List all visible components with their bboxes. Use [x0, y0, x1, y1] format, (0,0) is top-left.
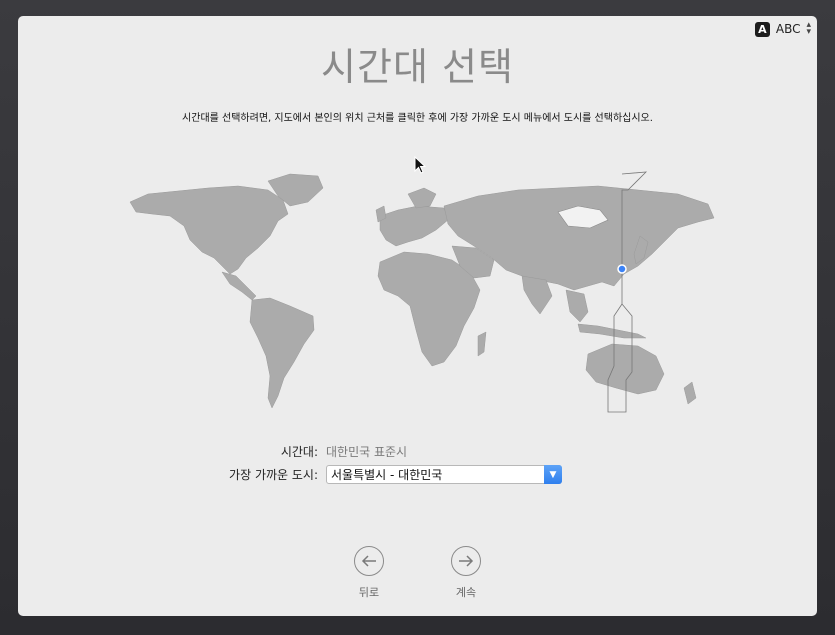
madagascar-shape: [477, 331, 487, 357]
closest-city-label: 가장 가까운 도시:: [229, 468, 318, 482]
continue-label: 계속: [455, 586, 477, 599]
mouse-cursor-icon: [414, 156, 426, 174]
chevron-down-icon[interactable]: ▼: [544, 465, 562, 484]
continue-button[interactable]: 계속: [446, 546, 486, 600]
input-source-label: ABC: [775, 22, 801, 36]
timezone-label: 시간대:: [280, 445, 318, 459]
arrow-left-icon[interactable]: [354, 546, 384, 576]
southeast-asia-shape: [565, 289, 589, 323]
europe-shape: [379, 205, 449, 247]
back-button[interactable]: 뒤로: [349, 546, 389, 600]
timezone-row: 시간대: 대한민국 표준시: [118, 443, 407, 460]
location-pin-icon: [617, 264, 627, 274]
page-title: 시간대 선택: [321, 45, 514, 89]
timezone-value: 대한민국 표준시: [326, 445, 408, 459]
updown-chevron-icon: ▴ ▾: [806, 20, 811, 37]
input-source-icon: A: [754, 21, 770, 37]
setup-window: A ABC ▴ ▾ 시간대 선택 시간대를 선택하려면, 지도에서 본인의 위치 …: [18, 16, 817, 616]
indonesia-shape: [577, 323, 647, 339]
input-source-menu[interactable]: A ABC ▴ ▾: [754, 20, 811, 37]
scandinavia-shape: [407, 187, 437, 209]
australia-shape: [585, 343, 665, 395]
instructions-text: 시간대를 선택하려면, 지도에서 본인의 위치 근처를 클릭한 후에 가장 가까…: [182, 113, 653, 124]
south-america-shape: [249, 297, 315, 409]
closest-city-value: 서울특별시 - 대한민국: [331, 468, 443, 482]
world-timezone-map[interactable]: [118, 166, 718, 416]
back-label: 뒤로: [358, 586, 380, 599]
central-america-shape: [221, 271, 257, 301]
new-zealand-shape: [683, 381, 697, 405]
arrow-right-icon[interactable]: [451, 546, 481, 576]
closest-city-select[interactable]: 서울특별시 - 대한민국 ▼: [326, 465, 562, 484]
closest-city-row: 가장 가까운 도시: 서울특별시 - 대한민국 ▼: [118, 465, 562, 484]
north-america-shape: [129, 185, 289, 275]
